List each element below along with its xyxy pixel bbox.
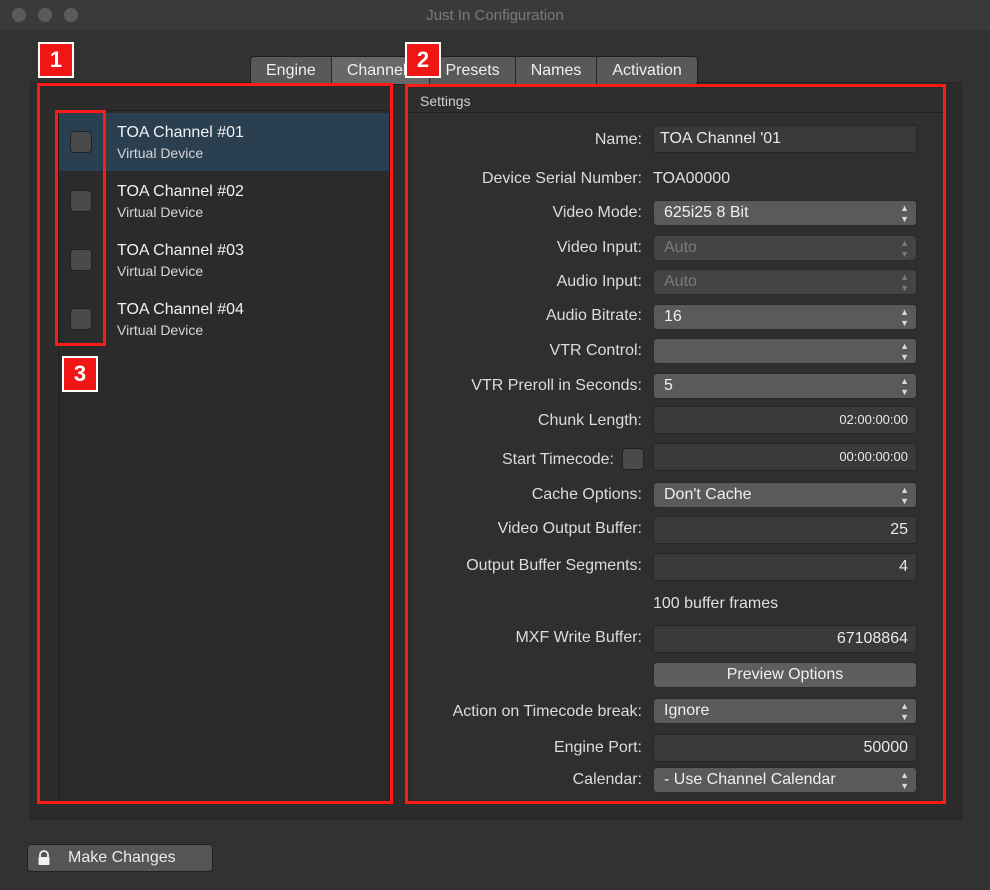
title-bar: Just In Configuration — [0, 0, 990, 30]
make-changes-label: Make Changes — [68, 849, 176, 866]
annotation-badge-1: 1 — [38, 42, 74, 78]
tab-activation[interactable]: Activation — [597, 57, 696, 84]
tab-engine[interactable]: Engine — [251, 57, 332, 84]
tab-bar: Engine Channels Presets Names Activation — [250, 56, 698, 85]
annotation-badge-3: 3 — [62, 356, 98, 392]
annotation-badge-2: 2 — [405, 42, 441, 78]
make-changes-button[interactable]: Make Changes — [27, 844, 213, 872]
tab-presets[interactable]: Presets — [430, 57, 516, 84]
tab-names[interactable]: Names — [516, 57, 598, 84]
annotation-box-3 — [55, 110, 106, 346]
annotation-box-2 — [405, 84, 946, 804]
window-title: Just In Configuration — [426, 7, 564, 24]
lock-icon — [38, 850, 50, 865]
